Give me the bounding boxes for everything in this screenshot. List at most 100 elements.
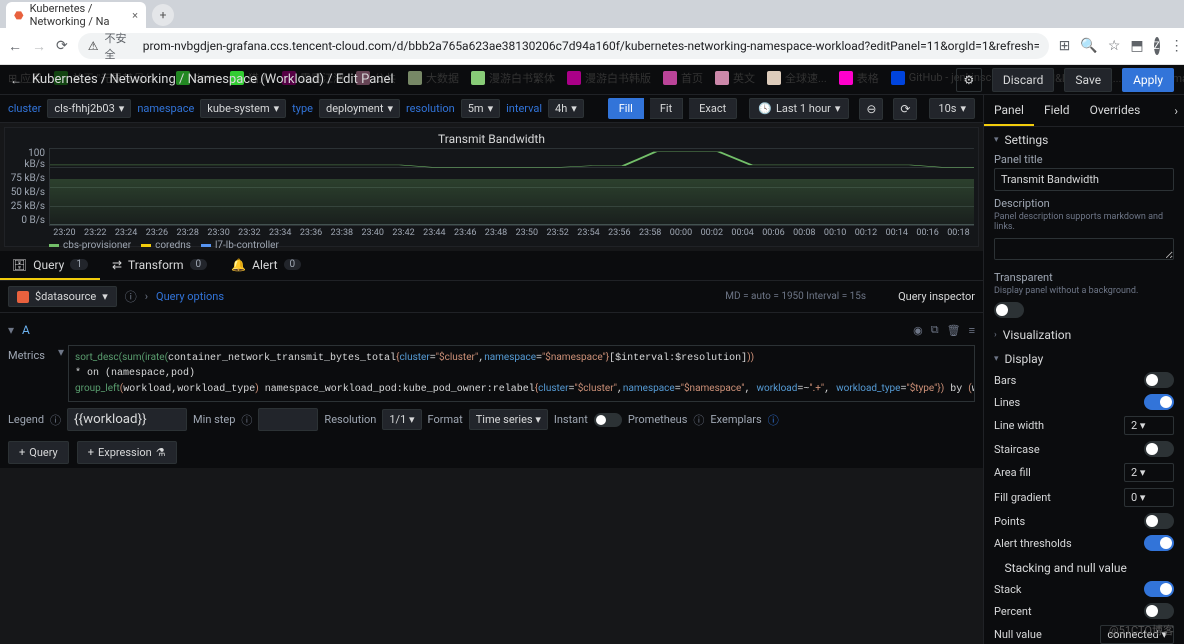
star-icon[interactable]: ☆ [1108,38,1121,54]
back-icon[interactable]: ← [8,38,22,55]
query-inspector-button[interactable]: Query inspector [898,290,975,303]
tab-alert[interactable]: 🔔 Alert 0 [219,251,313,280]
lines-toggle[interactable] [1144,394,1174,410]
tab-panel[interactable]: Panel [984,95,1034,126]
info-icon[interactable]: ⓘ [125,288,137,305]
transparent-toggle[interactable] [994,302,1024,318]
var-type-label[interactable]: type [292,102,313,115]
section-visualization[interactable]: ›Visualization [994,328,1174,342]
section-display[interactable]: ▾Display [994,352,1174,366]
minstep-info-icon[interactable]: ⓘ [241,412,252,428]
apply-button[interactable]: Apply [1122,68,1174,92]
fill-button[interactable]: Fill [608,98,644,119]
browser-tab[interactable]: ⬣ Kubernetes / Networking / Na × [6,2,146,28]
percent-toggle[interactable] [1144,603,1174,619]
query-duplicate-icon[interactable]: ⧉ [931,323,939,337]
bookmark-item[interactable]: GitHub - jenkinsci... [891,71,1003,85]
bars-toggle[interactable] [1144,372,1174,388]
var-resolution-label[interactable]: resolution [406,102,455,115]
points-toggle[interactable] [1144,513,1174,529]
line-width-select[interactable]: 2 ▾ [1124,416,1174,435]
chart-plot[interactable] [49,148,974,226]
metrics-code-input[interactable]: sort_desc(sum(irate(container_network_tr… [68,345,975,402]
var-cluster-select[interactable]: cls-fhhj2b03 ▾ [47,99,131,118]
metrics-label: Metrics [8,345,58,402]
resolution-opt-select[interactable]: 1/1 ▾ [382,409,421,430]
var-namespace-label[interactable]: namespace [137,102,194,115]
var-resolution-select[interactable]: 5m ▾ [461,99,500,118]
legend-info-icon[interactable]: ⓘ [50,412,61,428]
query-toggle-icon[interactable]: ◉ [913,324,923,337]
instant-toggle[interactable] [594,413,622,427]
bookmark-item[interactable]: 首页 [663,70,703,86]
time-range-picker[interactable]: 🕓 Last 1 hour ▾ [749,98,849,119]
exemplars-info-icon[interactable]: ⓘ [768,412,779,428]
bookmark-item[interactable]: 表格 [839,70,879,86]
save-button[interactable]: Save [1064,68,1112,92]
settings-gear-button[interactable]: ⚙ [956,68,982,92]
var-interval-label[interactable]: interval [506,102,542,115]
bookmark-item[interactable]: 漫游白书繁体 [471,70,555,86]
add-expression-button[interactable]: + Expression ⚗ [77,441,177,464]
url-input[interactable]: ⚠ 不安全 prom-nvbgdjen-grafana.ccs.tencent-… [78,33,1049,59]
translate-icon[interactable]: ⊞ [1059,38,1071,54]
new-tab-button[interactable]: + [152,4,174,26]
menu-icon[interactable]: ⋮ [1170,38,1184,54]
address-bar: ← → ⟳ ⚠ 不安全 prom-nvbgdjen-grafana.ccs.te… [0,28,1184,64]
query-editor: ▾ A ◉ ⧉ 🗑 ≡ Metrics ▾ sort_desc(sum(irat… [0,313,983,468]
breadcrumb: Kubernetes / Networking / Namespace (Wor… [32,72,394,87]
back-arrow-icon[interactable]: ← [10,73,22,87]
var-namespace-select[interactable]: kube-system ▾ [200,99,286,118]
bookmark-item[interactable]: 全球速... [767,70,827,86]
legend-item[interactable]: cbs-provisioner [49,240,131,251]
refresh-interval-picker[interactable]: 10s ▾ [929,98,975,119]
stack-toggle[interactable] [1144,581,1174,597]
panel-title-input[interactable] [994,168,1174,191]
legend-item[interactable]: coredns [141,240,191,251]
var-interval-select[interactable]: 4h ▾ [548,99,584,118]
reload-icon[interactable]: ⟳ [56,38,68,54]
tab-title: Kubernetes / Networking / Na [30,2,127,28]
zoom-out-button[interactable]: ⊖ [859,98,883,120]
fill-gradient-label: Fill gradient [994,491,1051,504]
exact-button[interactable]: Exact [689,98,737,119]
close-icon[interactable]: × [132,9,138,22]
add-query-button[interactable]: + Query [8,441,69,464]
tab-transform[interactable]: ⇄ Transform 0 [100,251,219,280]
fit-button[interactable]: Fit [650,98,683,119]
percent-label: Percent [994,605,1032,618]
query-delete-icon[interactable]: 🗑 [947,324,961,337]
staircase-toggle[interactable] [1144,441,1174,457]
query-letter[interactable]: A [22,323,30,337]
extension-icon[interactable]: ⬒ [1130,38,1143,54]
forward-icon[interactable]: → [32,38,46,55]
prometheus-info-icon[interactable]: ⓘ [693,412,704,428]
bookmark-item[interactable]: 大数据 [408,70,459,86]
avatar-icon[interactable]: Z [1154,37,1160,55]
section-stacking[interactable]: ▾Stacking and null value [994,561,1174,575]
alert-thresholds-toggle[interactable] [1144,535,1174,551]
var-cluster-label[interactable]: cluster [8,102,41,115]
fill-gradient-select[interactable]: 0 ▾ [1124,488,1174,507]
format-select[interactable]: Time series ▾ [469,409,548,430]
datasource-select[interactable]: $datasource ▾ [8,286,117,307]
description-input[interactable] [994,238,1174,260]
bookmark-item[interactable]: 英文 [715,70,755,86]
bookmark-item[interactable]: 漫游白书韩版 [567,70,651,86]
refresh-button[interactable]: ⟳ [893,98,917,120]
search-icon[interactable]: 🔍 [1080,38,1097,54]
description-help: Panel description supports markdown and … [994,212,1174,232]
area-fill-select[interactable]: 2 ▾ [1124,463,1174,482]
legend-item[interactable]: l7-lb-controller [201,240,279,251]
query-drag-icon[interactable]: ≡ [969,324,975,337]
legend-input[interactable] [67,408,187,431]
tab-overrides[interactable]: Overrides [1080,95,1151,126]
query-options-link[interactable]: Query options [156,290,224,303]
collapse-panel-icon[interactable]: › [1168,95,1184,126]
var-type-select[interactable]: deployment ▾ [319,99,400,118]
minstep-input[interactable] [258,408,318,431]
discard-button[interactable]: Discard [992,68,1055,92]
section-settings[interactable]: ▾Settings [994,133,1174,147]
tab-query[interactable]: 🗄 Query 1 [0,251,100,280]
tab-field[interactable]: Field [1034,95,1080,126]
